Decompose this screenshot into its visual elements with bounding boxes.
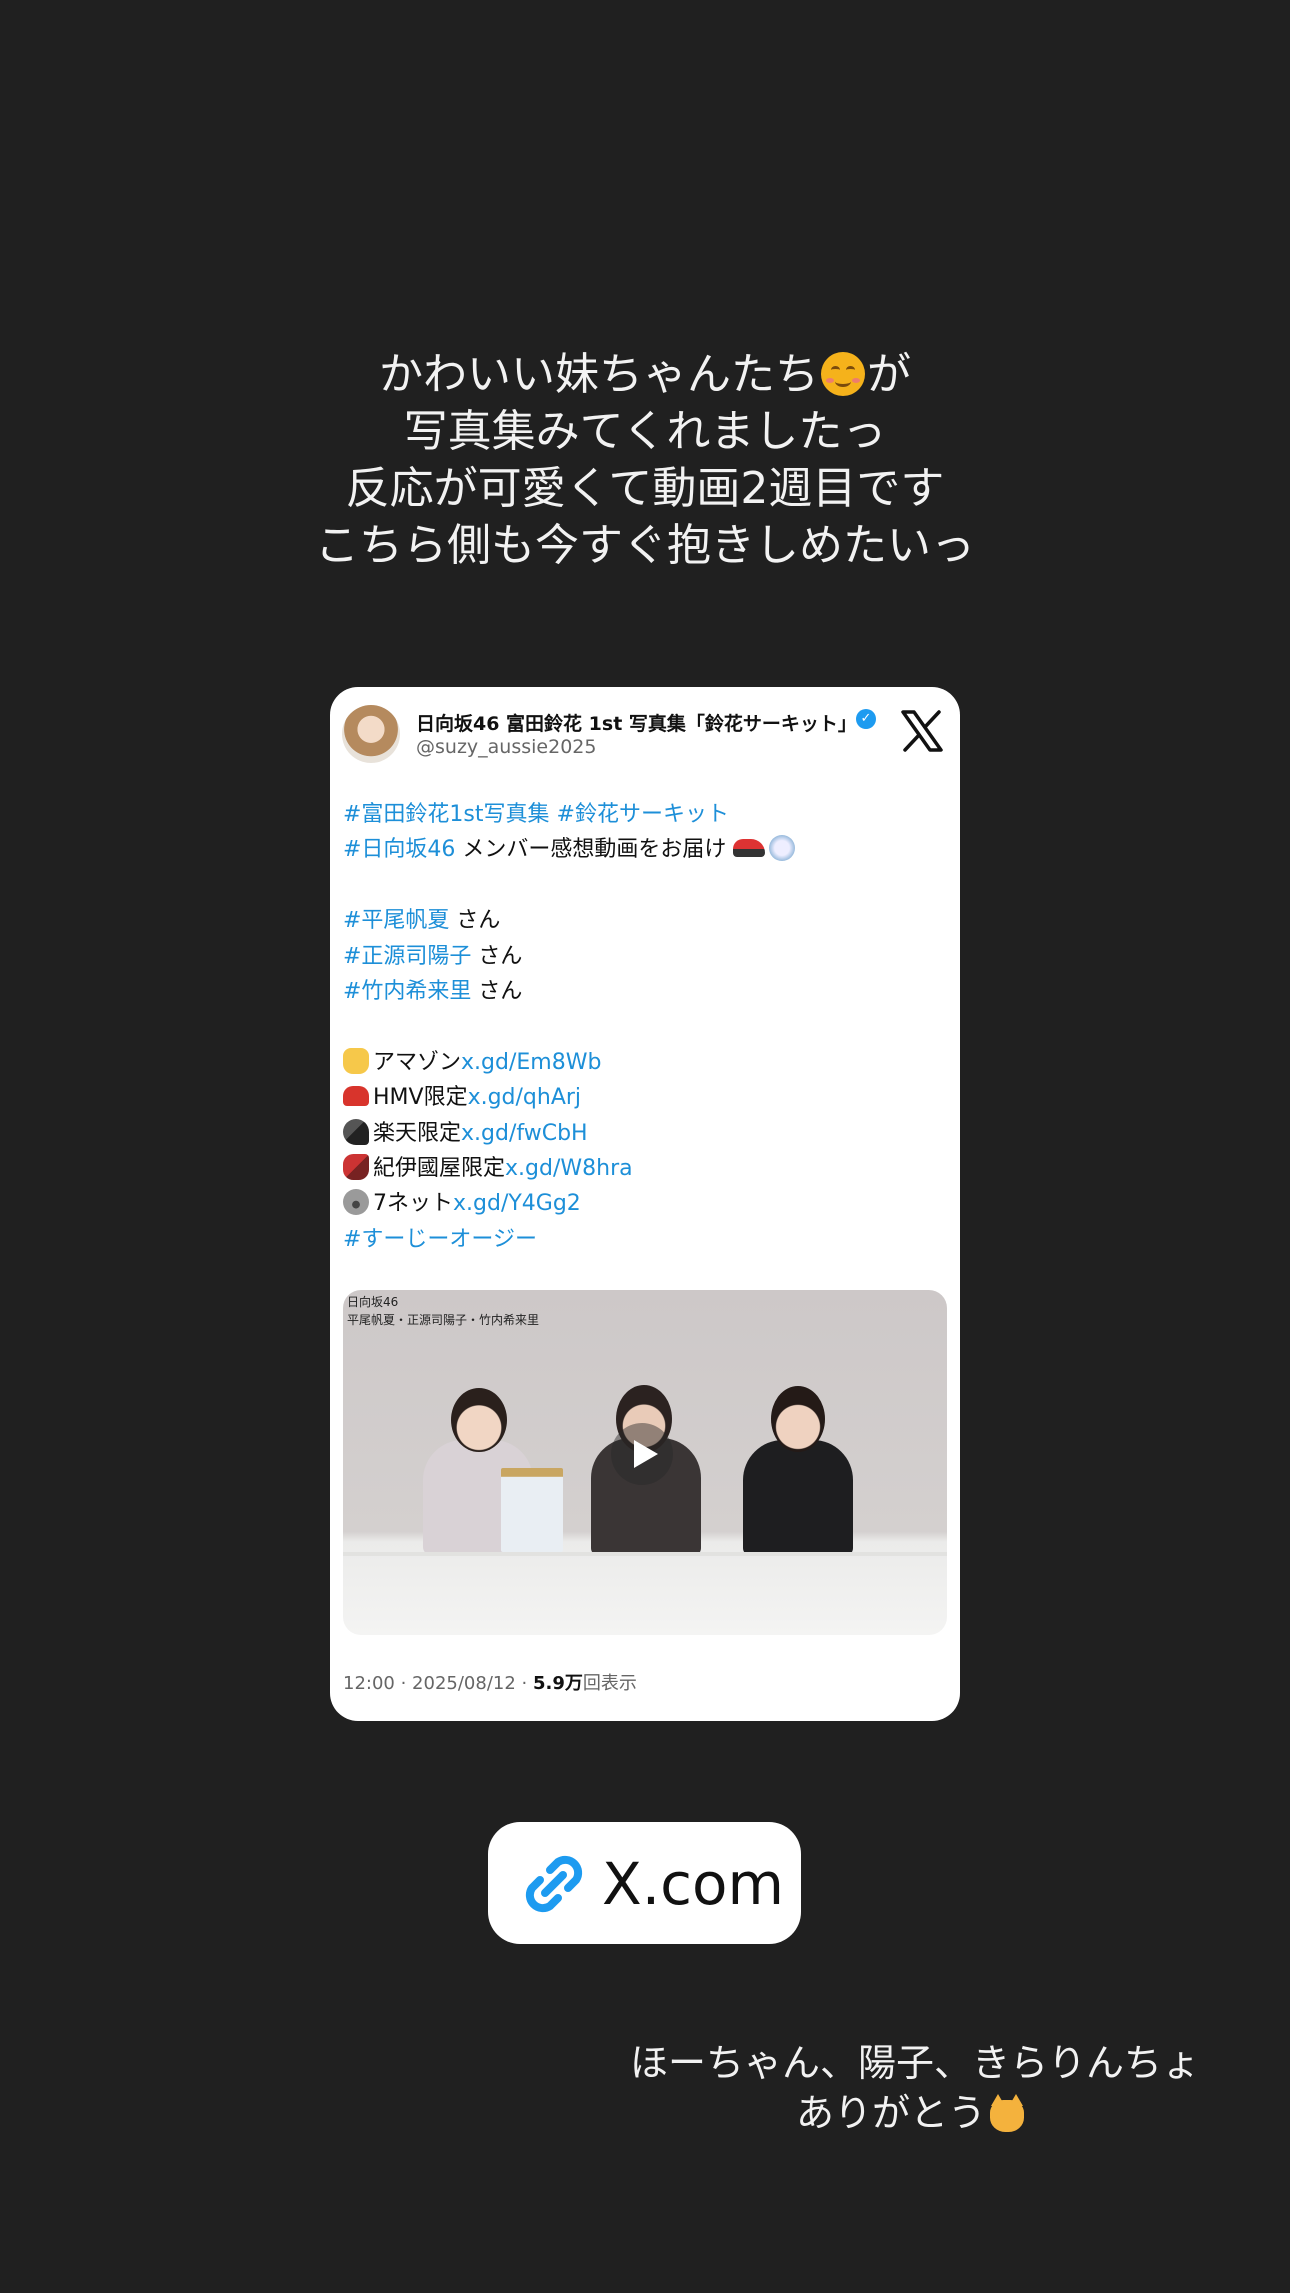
hashtag-link[interactable]: #富田鈴花1st写真集 (343, 802, 550, 827)
tweet-line: HMV限定x.gd/qhArj (343, 1080, 943, 1115)
tweet-line: #正源司陽子 さん (343, 943, 523, 969)
tweet-line: #竹内希来里 さん (343, 978, 523, 1004)
x-logo-icon (901, 710, 943, 752)
caption-line-3: 反応が可愛くて動画2週目です (345, 463, 945, 514)
caption-bottom-line-1: ほーちゃん、陽子、きらりんちょ (630, 2041, 1201, 2085)
caption-line-1: かわいい妹ちゃんたちが (379, 349, 911, 400)
microphone-icon (343, 1118, 369, 1145)
tweet-line: アマゾンx.gd/Em8Wb (343, 1045, 943, 1080)
victory-hand-icon (343, 1047, 369, 1074)
tweet-line: #平尾帆夏 さん (343, 908, 501, 934)
story-caption-top: かわいい妹ちゃんたちが 写真集みてくれましたっ 反応が可愛くて動画2週目です こ… (0, 346, 1290, 574)
link-sticker[interactable]: X.com (488, 1822, 801, 1944)
embedded-tweet-card[interactable]: 日向坂46 富田鈴花 1st 写真集「鈴花サーキット」... ✓ @suzy_a… (330, 687, 960, 1721)
hashtag-link[interactable]: #鈴花サーキット (557, 802, 729, 827)
tweet-body: #富田鈴花1st写真集 #鈴花サーキット #日向坂46 メンバー感想動画をお届け… (343, 797, 943, 1257)
photobook-held (501, 1468, 563, 1552)
url-link[interactable]: x.gd/fwCbH (461, 1121, 588, 1146)
dash-icon (769, 835, 796, 862)
cat-face-emoji-icon (990, 2094, 1024, 2132)
tweet-line: #富田鈴花1st写真集 #鈴花サーキット (343, 797, 943, 832)
tweet-author-handle: @suzy_aussie2025 (416, 736, 597, 758)
tweet-line: 楽天限定x.gd/fwCbH (343, 1116, 943, 1151)
url-link[interactable]: x.gd/Y4Gg2 (453, 1191, 581, 1216)
tweet-line: #日向坂46 メンバー感想動画をお届け (343, 832, 943, 867)
tweet-line: #すーじーオージー (343, 1222, 943, 1257)
tweet-line: 7ネットx.gd/Y4Gg2 (343, 1186, 943, 1221)
hashtag-link[interactable]: #平尾帆夏 (343, 908, 449, 933)
link-sticker-label: X.com (602, 1850, 785, 1918)
hashtag-link[interactable]: #竹内希来里 (343, 979, 471, 1004)
video-overlay-title: 日向坂46 (347, 1295, 399, 1309)
video-overlay-names: 平尾帆夏・正源司陽子・竹内希来里 (347, 1313, 540, 1327)
hashtag-link[interactable]: #日向坂46 (343, 837, 455, 862)
video-person-right-head (771, 1386, 825, 1452)
link-icon (525, 1855, 583, 1913)
car-icon (343, 1086, 369, 1107)
hashtag-link[interactable]: #すーじーオージー (343, 1227, 537, 1252)
avatar[interactable] (342, 705, 400, 763)
video-person-right (743, 1440, 853, 1556)
url-link[interactable]: x.gd/qhArj (468, 1085, 581, 1110)
play-icon[interactable] (611, 1423, 673, 1485)
tweet-author-name: 日向坂46 富田鈴花 1st 写真集「鈴花サーキット」... (416, 713, 856, 735)
video-person-left-head (451, 1388, 507, 1452)
story-caption-bottom: ほーちゃん、陽子、きらりんちょ ありがとう (630, 2038, 1201, 2138)
tweet-meta: 12:00 · 2025/08/12 · 5.9万回表示 (343, 1673, 637, 1694)
table-edge (343, 1552, 947, 1556)
caption-bottom-line-2: ありがとう (630, 2088, 1190, 2138)
url-link[interactable]: x.gd/Em8Wb (461, 1050, 601, 1075)
url-link[interactable]: x.gd/W8hra (505, 1156, 633, 1181)
hashtag-link[interactable]: #正源司陽子 (343, 944, 471, 969)
race-car-icon (733, 839, 766, 858)
smiling-face-emoji-icon (821, 352, 865, 396)
tweet-line: 紀伊國屋限定x.gd/W8hra (343, 1151, 943, 1186)
caption-line-4: こちら側も今すぐ抱きしめたいっ (315, 520, 975, 571)
koala-icon (343, 1189, 369, 1216)
guitar-icon (343, 1153, 369, 1180)
tweet-video[interactable]: 日向坂46 平尾帆夏・正源司陽子・竹内希来里 (343, 1290, 947, 1635)
caption-line-2: 写真集みてくれましたっ (403, 406, 887, 457)
verified-badge-icon: ✓ (856, 709, 876, 729)
